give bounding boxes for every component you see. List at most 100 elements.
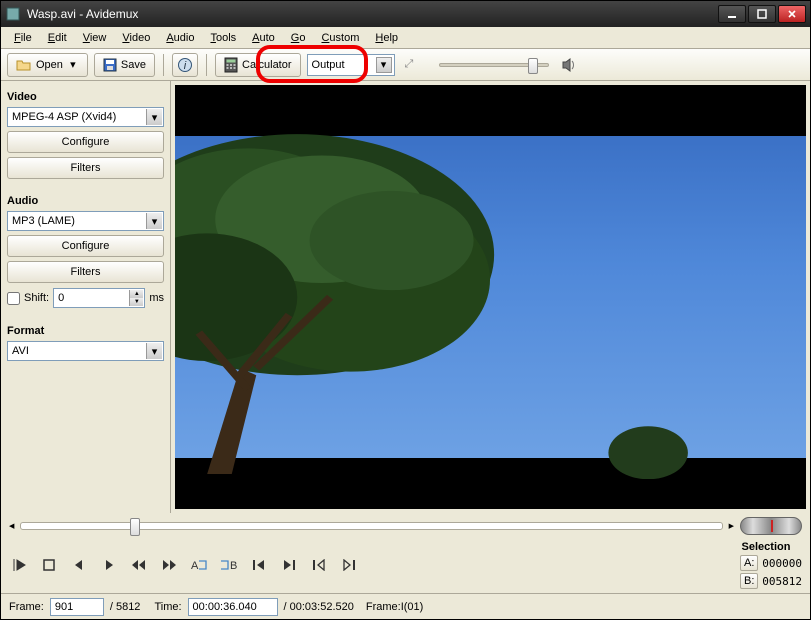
time-label: Time: [154, 601, 181, 613]
chevron-down-icon[interactable]: ▾ [376, 57, 392, 73]
spin-up-icon[interactable]: ▲ [129, 290, 143, 298]
open-button[interactable]: Open ▾ [7, 53, 88, 77]
video-codec-value: MPEG-4 ASP (Xvid4) [12, 111, 116, 123]
menu-help[interactable]: Help [368, 30, 405, 46]
info-icon: i [177, 57, 193, 73]
menu-audio[interactable]: Audio [159, 30, 201, 46]
zoom-output-combo[interactable]: Output ▾ [307, 54, 395, 76]
menu-video[interactable]: Video [115, 30, 157, 46]
statusbar: Frame: 901 / 5812 Time: 00:00:36.040 / 0… [1, 593, 810, 619]
expand-icon[interactable]: ⤢ [405, 58, 414, 71]
titlebar[interactable]: Wasp.avi - Avidemux [1, 1, 810, 27]
prev-keyframe-button[interactable] [129, 556, 149, 574]
maximize-button[interactable] [748, 5, 776, 23]
menu-custom[interactable]: Custom [314, 30, 366, 46]
info-button[interactable]: i [172, 53, 198, 77]
time-total: / 00:03:52.520 [284, 601, 354, 613]
goto-start-button[interactable] [249, 556, 269, 574]
jog-wheel[interactable] [740, 517, 802, 535]
frame-type: Frame:I(01) [366, 601, 423, 613]
audio-section-label: Audio [7, 195, 164, 207]
audio-filters-button[interactable]: Filters [7, 261, 164, 283]
format-combo[interactable]: AVI ▾ [7, 341, 164, 361]
audio-codec-combo[interactable]: MP3 (LAME) ▾ [7, 211, 164, 231]
selection-panel: Selection A: 000000 B: 005812 [730, 541, 802, 589]
shift-checkbox[interactable] [7, 292, 20, 305]
next-frame-button[interactable] [99, 556, 119, 574]
app-icon [5, 6, 21, 22]
video-filters-button[interactable]: Filters [7, 157, 164, 179]
menu-edit[interactable]: Edit [41, 30, 74, 46]
transport-bar: A B Selection A: 000000 B: 005812 [1, 537, 810, 593]
menu-file[interactable]: File [7, 30, 39, 46]
zoom-output-value: Output [312, 59, 345, 71]
chevron-down-icon[interactable]: ▾ [146, 213, 162, 229]
slider-thumb[interactable] [528, 58, 538, 74]
timeline-thumb[interactable] [130, 518, 140, 536]
goto-end-button[interactable] [279, 556, 299, 574]
minimize-button[interactable] [718, 5, 746, 23]
goto-marker-b-button[interactable]: B: [740, 573, 758, 589]
svg-text:A: A [191, 560, 199, 572]
toolbar: Open ▾ Save i Calculator Output ▾ ⤢ [1, 49, 810, 81]
calculator-label: Calculator [242, 59, 292, 71]
close-button[interactable] [778, 5, 806, 23]
spin-down-icon[interactable]: ▼ [129, 298, 143, 306]
chevron-down-icon[interactable]: ▾ [146, 109, 162, 125]
audio-codec-value: MP3 (LAME) [12, 215, 75, 227]
video-frame-image [175, 136, 806, 458]
set-marker-a-button[interactable]: A [189, 556, 209, 574]
calculator-button[interactable]: Calculator [215, 53, 301, 77]
calculator-icon [224, 57, 238, 73]
menu-go[interactable]: Go [284, 30, 313, 46]
next-black-frame-button[interactable] [339, 556, 359, 574]
menubar: FileEditViewVideoAudioToolsAutoGoCustomH… [1, 27, 810, 49]
app-window: Wasp.avi - Avidemux FileEditViewVideoAud… [0, 0, 811, 620]
frame-label: Frame: [9, 601, 44, 613]
video-configure-button[interactable]: Configure [7, 131, 164, 153]
volume-slider[interactable] [439, 63, 549, 67]
frame-input[interactable]: 901 [50, 598, 104, 616]
next-keyframe-button[interactable] [159, 556, 179, 574]
goto-marker-a-button[interactable]: A: [740, 555, 758, 571]
set-marker-b-button[interactable]: B [219, 556, 239, 574]
menu-view[interactable]: View [76, 30, 114, 46]
format-value: AVI [12, 345, 29, 357]
audio-configure-button[interactable]: Configure [7, 235, 164, 257]
timeline-end-icon: ▶ [729, 522, 734, 530]
toolbar-separator-2 [206, 54, 207, 76]
selection-label: Selection [730, 541, 802, 553]
svg-text:B: B [230, 560, 237, 572]
shift-label: Shift: [24, 292, 49, 304]
prev-black-frame-button[interactable] [309, 556, 329, 574]
stop-button[interactable] [39, 556, 59, 574]
format-section-label: Format [7, 325, 164, 337]
sidebar: Video MPEG-4 ASP (Xvid4) ▾ Configure Fil… [1, 81, 171, 513]
menu-auto[interactable]: Auto [245, 30, 282, 46]
play-button[interactable] [9, 556, 29, 574]
shift-value-spinner[interactable]: 0 ▲▼ [53, 288, 145, 308]
toolbar-separator [163, 54, 164, 76]
preview-pane [171, 81, 810, 513]
window-title: Wasp.avi - Avidemux [27, 7, 718, 21]
timeline-area: ◀ ▶ [1, 513, 810, 537]
timeline-slider[interactable] [20, 522, 722, 530]
save-button[interactable]: Save [94, 53, 155, 77]
open-dropdown-arrow-icon[interactable]: ▾ [67, 58, 79, 71]
chevron-down-icon[interactable]: ▾ [146, 343, 162, 359]
open-label: Open [36, 59, 63, 71]
prev-frame-button[interactable] [69, 556, 89, 574]
speaker-icon[interactable] [561, 58, 577, 72]
selection-a-value: 000000 [762, 557, 802, 570]
time-input[interactable]: 00:00:36.040 [188, 598, 278, 616]
floppy-save-icon [103, 58, 117, 72]
video-codec-combo[interactable]: MPEG-4 ASP (Xvid4) ▾ [7, 107, 164, 127]
selection-b-value: 005812 [762, 575, 802, 588]
timeline-start-icon: ◀ [9, 522, 14, 530]
video-preview[interactable] [175, 85, 806, 509]
menu-tools[interactable]: Tools [203, 30, 243, 46]
video-section-label: Video [7, 91, 164, 103]
folder-open-icon [16, 58, 32, 72]
background-tree [604, 413, 692, 458]
shift-unit: ms [149, 292, 164, 304]
